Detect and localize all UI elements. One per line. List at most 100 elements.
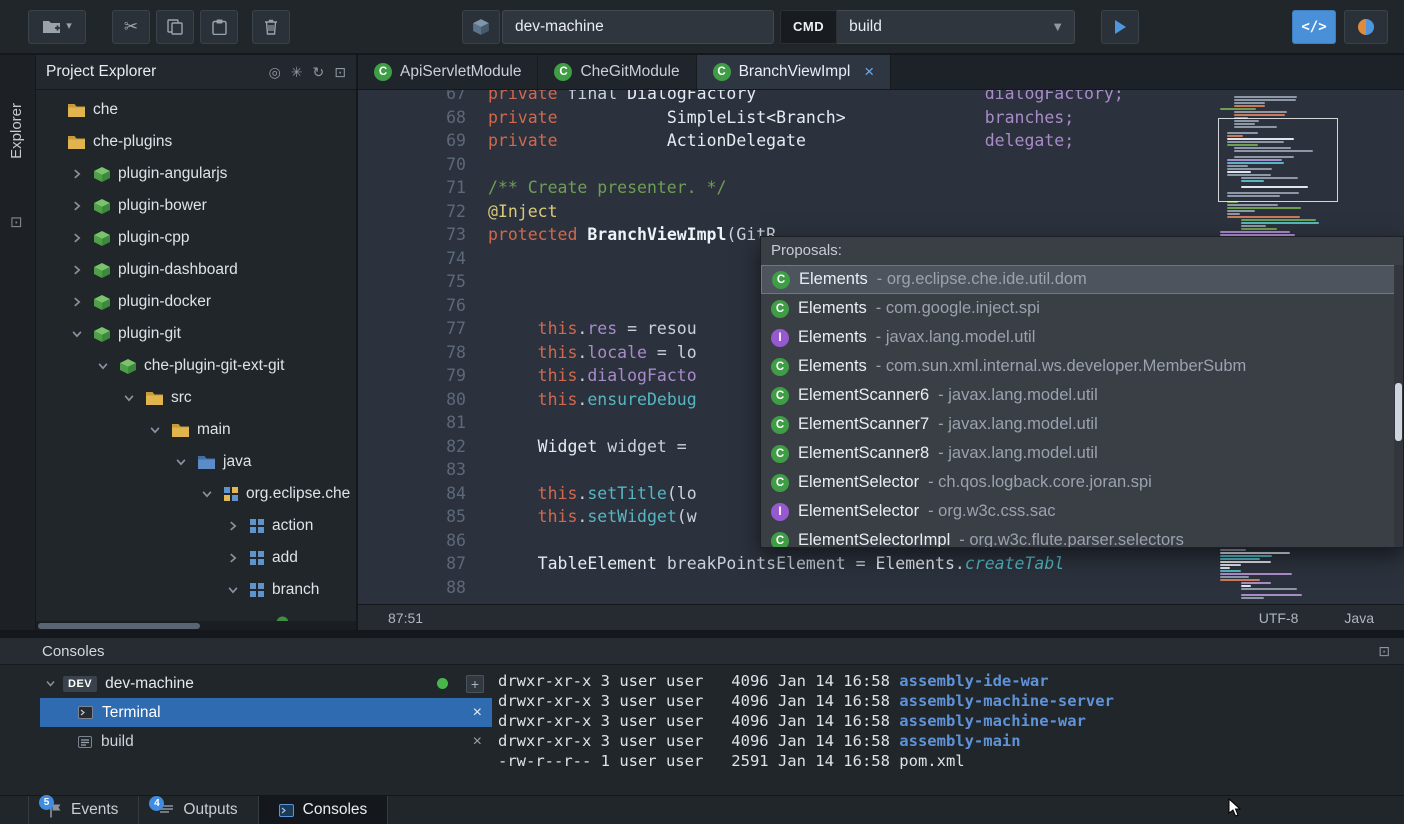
dock-panel-icon[interactable]: ⊡ <box>10 213 23 231</box>
explorer-hscrollbar[interactable] <box>36 621 356 630</box>
line-number[interactable]: 82 <box>358 435 488 459</box>
minimize-panel-icon[interactable]: ⊡ <box>334 64 346 81</box>
machine-selector[interactable]: dev-machine <box>502 10 774 44</box>
chevron-right-icon[interactable] <box>228 553 250 563</box>
tree-item-che-plugins[interactable]: che-plugins <box>36 126 356 158</box>
line-number[interactable]: 76 <box>358 294 488 318</box>
tree-item-che[interactable]: che <box>36 94 356 126</box>
proposal-item[interactable]: CElementScanner7 - javax.lang.model.util <box>761 410 1403 439</box>
proposal-item[interactable]: CElements - com.sun.xml.internal.ws.deve… <box>761 352 1403 381</box>
line-number[interactable]: 67 <box>358 90 488 106</box>
paste-button[interactable] <box>200 10 238 44</box>
proposal-item[interactable]: IElements - javax.lang.model.util <box>761 323 1403 352</box>
line-number[interactable]: 68 <box>358 106 488 130</box>
close-tab-icon[interactable]: × <box>864 62 874 82</box>
chevron-down-icon[interactable] <box>46 679 55 688</box>
tree-item-plugin-git[interactable]: plugin-git <box>36 318 356 350</box>
tree-item-org.eclipse.che[interactable]: org.eclipse.che <box>36 478 356 510</box>
explorer-strip-tab[interactable]: Explorer <box>8 103 25 159</box>
editor-tab-ApiServletModule[interactable]: CApiServletModule <box>358 55 538 89</box>
tree-item-plugin-angularjs[interactable]: plugin-angularjs <box>36 158 356 190</box>
proposal-item[interactable]: CElementSelectorImpl - org.w3c.flute.par… <box>761 526 1403 548</box>
line-number[interactable]: 72 <box>358 200 488 224</box>
line-number[interactable]: 69 <box>358 129 488 153</box>
line-number[interactable]: 84 <box>358 482 488 506</box>
line-number[interactable]: 78 <box>358 341 488 365</box>
refresh-icon[interactable]: ↻ <box>313 64 325 81</box>
tree-item-add[interactable]: add <box>36 542 356 574</box>
line-number[interactable]: 79 <box>358 364 488 388</box>
language-label[interactable]: Java <box>1344 610 1374 626</box>
encoding-label[interactable]: UTF-8 <box>1259 610 1299 626</box>
tree-item-plugin-docker[interactable]: plugin-docker <box>36 286 356 318</box>
tree-item-src[interactable]: src <box>36 382 356 414</box>
line-number[interactable]: 81 <box>358 411 488 435</box>
proposal-item[interactable]: CElementScanner6 - javax.lang.model.util <box>761 381 1403 410</box>
proposal-item[interactable]: CElements - org.eclipse.che.ide.util.dom <box>761 265 1403 294</box>
tree-item-plugin-dashboard[interactable]: plugin-dashboard <box>36 254 356 286</box>
line-number[interactable]: 73 <box>358 223 488 247</box>
line-number[interactable]: 74 <box>358 247 488 271</box>
hscrollbar-thumb[interactable] <box>38 623 200 629</box>
tree-item-che-plugin-git-ext-git[interactable]: che-plugin-git-ext-git <box>36 350 356 382</box>
machine-row[interactable]: DEV dev-machine + <box>0 669 492 698</box>
project-menu-button[interactable]: ▾ <box>28 10 86 44</box>
bottom-tab-outputs[interactable]: 4Outputs <box>139 796 258 824</box>
proposal-item[interactable]: IElementSelector - org.w3c.css.sac <box>761 497 1403 526</box>
chevron-down-icon[interactable] <box>228 585 250 595</box>
tree-item-branch[interactable]: branch <box>36 574 356 606</box>
bottom-tab-events[interactable]: 5Events <box>28 796 139 824</box>
tree-item-class-file[interactable] <box>36 606 356 621</box>
line-number[interactable]: 85 <box>358 505 488 529</box>
chevron-right-icon[interactable] <box>72 265 94 275</box>
editor-tab-BranchViewImpl[interactable]: CBranchViewImpl× <box>697 55 892 89</box>
tree-item-action[interactable]: action <box>36 510 356 542</box>
copy-button[interactable] <box>156 10 194 44</box>
proposals-scrollbar[interactable] <box>1394 265 1403 547</box>
tree-item-plugin-cpp[interactable]: plugin-cpp <box>36 222 356 254</box>
code-view-button[interactable]: </> <box>1292 10 1336 44</box>
line-number[interactable]: 83 <box>358 458 488 482</box>
close-process-icon[interactable]: × <box>473 704 482 722</box>
terminal-output[interactable]: drwxr-xr-x 3 user user 4096 Jan 14 16:58… <box>492 665 1404 795</box>
line-number[interactable]: 77 <box>358 317 488 341</box>
line-number[interactable]: 86 <box>358 529 488 553</box>
cut-button[interactable]: ✂ <box>112 10 150 44</box>
add-terminal-button[interactable]: + <box>466 675 484 693</box>
chevron-down-icon[interactable] <box>98 361 120 371</box>
process-build[interactable]: build× <box>40 727 492 756</box>
close-process-icon[interactable]: × <box>473 733 482 751</box>
link-with-editor-icon[interactable]: ◎ <box>269 64 281 81</box>
chevron-down-icon[interactable] <box>124 393 146 403</box>
proposal-item[interactable]: CElementSelector - ch.qos.logback.core.j… <box>761 468 1403 497</box>
chevron-down-icon[interactable] <box>176 457 198 467</box>
line-number[interactable]: 71 <box>358 176 488 200</box>
code-editor[interactable]: 67private final DialogFactory dialogFact… <box>358 90 1404 604</box>
proposal-item[interactable]: CElements - com.google.inject.spi <box>761 294 1403 323</box>
minimize-consoles-icon[interactable]: ⊡ <box>1378 643 1390 660</box>
editor-tab-CheGitModule[interactable]: CCheGitModule <box>538 55 696 89</box>
delete-button[interactable] <box>252 10 290 44</box>
chevron-down-icon[interactable] <box>72 329 94 339</box>
proposals-scrollbar-thumb[interactable] <box>1395 383 1402 441</box>
machine-icon-button[interactable] <box>462 10 500 44</box>
chevron-down-icon[interactable] <box>202 489 224 499</box>
chevron-down-icon[interactable] <box>150 425 172 435</box>
chevron-right-icon[interactable] <box>72 201 94 211</box>
process-terminal[interactable]: Terminal× <box>40 698 492 727</box>
line-number[interactable]: 87 <box>358 552 488 576</box>
run-command-button[interactable] <box>1101 10 1139 44</box>
chevron-right-icon[interactable] <box>72 169 94 179</box>
panel-splitter[interactable] <box>0 630 1404 638</box>
minimap-viewport[interactable] <box>1218 118 1338 202</box>
chevron-right-icon[interactable] <box>228 521 250 531</box>
proposal-item[interactable]: CElementScanner8 - javax.lang.model.util <box>761 439 1403 468</box>
tree-item-java[interactable]: java <box>36 446 356 478</box>
tree-item-plugin-bower[interactable]: plugin-bower <box>36 190 356 222</box>
line-number[interactable]: 70 <box>358 153 488 177</box>
status-button[interactable] <box>1344 10 1388 44</box>
bottom-tab-consoles[interactable]: Consoles <box>259 796 389 824</box>
chevron-right-icon[interactable] <box>72 233 94 243</box>
command-selector[interactable]: build ▼ <box>837 10 1075 44</box>
line-number[interactable]: 80 <box>358 388 488 412</box>
